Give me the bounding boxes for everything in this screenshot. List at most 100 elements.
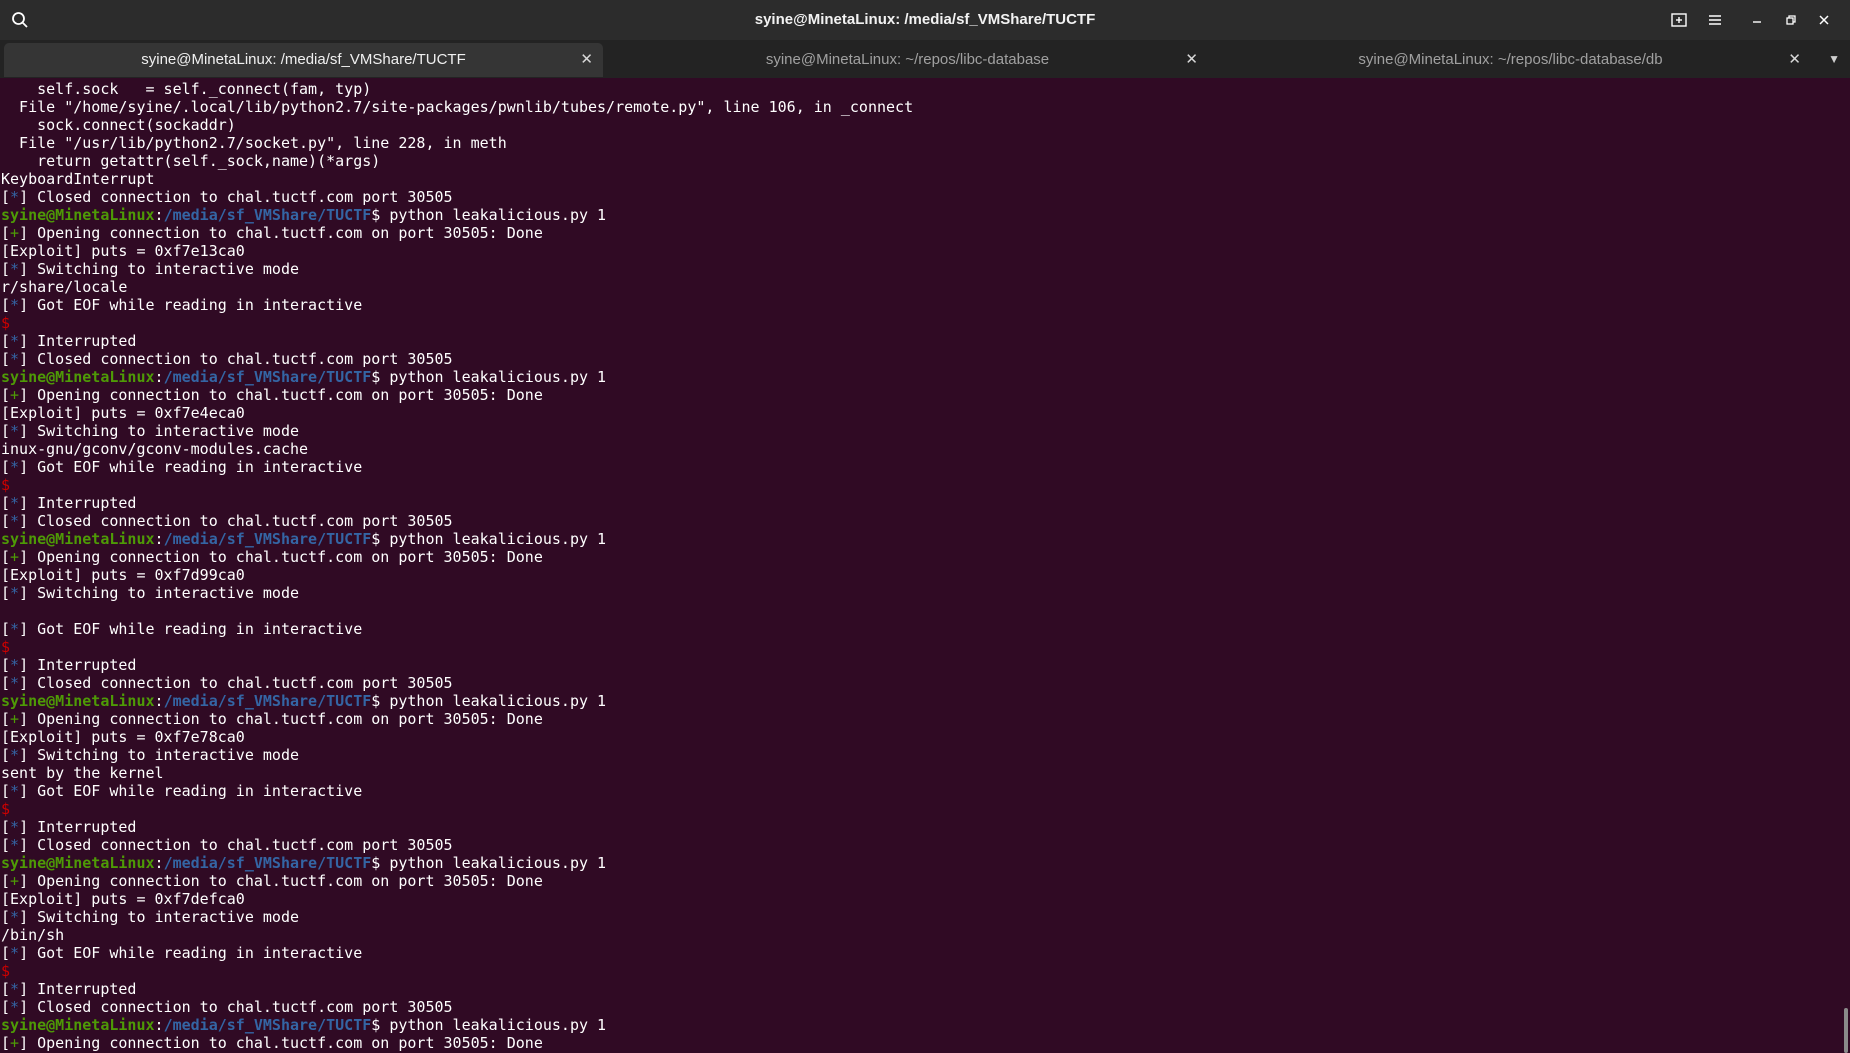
terminal-line: [*] Interrupted [0,494,1840,512]
prompt-command: python leakalicious.py 1 [389,1016,607,1034]
status-text: Switching to interactive mode [37,746,300,764]
status-bracket: [ [1,296,11,314]
terminal-line: File "/home/syine/.local/lib/python2.7/s… [0,98,1840,116]
status-bracket: ] [19,944,38,962]
tab-close-icon[interactable]: ✕ [580,43,593,77]
terminal-line: $ [0,476,1840,494]
status-marker: * [10,620,20,638]
terminal-line: KeyboardInterrupt [0,170,1840,188]
status-bracket: [ [1,512,11,530]
prompt-symbol: $ [371,692,390,710]
new-tab-icon[interactable] [1667,8,1691,32]
status-bracket: [ [1,620,11,638]
status-text: Closed connection to chal.tuctf.com port… [37,512,453,530]
terminal-line: [*] Got EOF while reading in interactive [0,620,1840,638]
prompt-separator: : [154,854,164,872]
terminal-line: [*] Closed connection to chal.tuctf.com … [0,998,1840,1016]
status-bracket: ] [19,386,38,404]
tab-label: syine@MinetaLinux: /media/sf_VMShare/TUC… [141,51,466,68]
prompt-symbol: $ [371,206,390,224]
status-text: Interrupted [37,494,137,512]
status-marker: * [10,332,20,350]
status-text: Opening connection to chal.tuctf.com on … [37,1034,543,1052]
minimize-icon[interactable] [1745,8,1769,32]
terminal-line: File "/usr/lib/python2.7/socket.py", lin… [0,134,1840,152]
prompt-path: /media/sf_VMShare/TUCTF [163,530,372,548]
status-bracket: [ [1,908,11,926]
terminal-line: [*] Got EOF while reading in interactive [0,782,1840,800]
status-bracket: ] [19,188,38,206]
status-marker: * [10,422,20,440]
terminal-line: [Exploit] puts = 0xf7e78ca0 [0,728,1840,746]
status-text: Closed connection to chal.tuctf.com port… [37,350,453,368]
tab-libc-database-db[interactable]: syine@MinetaLinux: ~/repos/libc-database… [1210,43,1811,77]
prompt-separator: : [154,530,164,548]
status-marker: * [10,296,20,314]
output-text: self.sock = self._connect(fam, typ) [1,80,372,98]
output-text: sent by the kernel [1,764,164,782]
status-text: Got EOF while reading in interactive [37,782,363,800]
prompt-user: syine@MinetaLinux [1,1016,155,1034]
terminal-line: [*] Interrupted [0,656,1840,674]
prompt-command: python leakalicious.py 1 [389,692,607,710]
status-bracket: [ [1,710,11,728]
status-bracket: ] [19,350,38,368]
terminal-line: [Exploit] puts = 0xf7d99ca0 [0,566,1840,584]
status-text: Closed connection to chal.tuctf.com port… [37,674,453,692]
terminal-line: r/share/locale [0,278,1840,296]
status-text: Closed connection to chal.tuctf.com port… [37,998,453,1016]
terminal-line: [Exploit] puts = 0xf7e4eca0 [0,404,1840,422]
maximize-icon[interactable] [1779,8,1803,32]
status-text: Opening connection to chal.tuctf.com on … [37,386,543,404]
terminal-output[interactable]: self.sock = self._connect(fam, typ) File… [0,80,1840,1053]
terminal-line: [*] Closed connection to chal.tuctf.com … [0,836,1840,854]
shell-prompt: $ [1,962,11,980]
terminal-line: [+] Opening connection to chal.tuctf.com… [0,1034,1840,1052]
status-marker: * [10,674,20,692]
terminal-scrollbar[interactable] [1844,1008,1848,1053]
status-bracket: ] [19,296,38,314]
status-bracket: ] [19,224,38,242]
hamburger-menu-icon[interactable] [1703,8,1727,32]
status-text: Got EOF while reading in interactive [37,296,363,314]
chevron-down-icon[interactable]: ▼ [1828,40,1840,78]
terminal-line: return getattr(self._sock,name)(*args) [0,152,1840,170]
status-bracket: [ [1,422,11,440]
status-marker: * [10,458,20,476]
terminal-line: self.sock = self._connect(fam, typ) [0,80,1840,98]
output-text: sock.connect(sockaddr) [1,116,236,134]
terminal-line: $ [0,800,1840,818]
prompt-path: /media/sf_VMShare/TUCTF [163,368,372,386]
terminal-line: [*] Got EOF while reading in interactive [0,944,1840,962]
close-icon[interactable] [1812,8,1836,32]
terminal-line: [+] Opening connection to chal.tuctf.com… [0,224,1840,242]
status-bracket: ] [19,332,38,350]
status-text: Switching to interactive mode [37,422,300,440]
status-text: Got EOF while reading in interactive [37,944,363,962]
status-text: Interrupted [37,332,137,350]
status-text: Closed connection to chal.tuctf.com port… [37,188,453,206]
output-text: r/share/locale [1,278,128,296]
tab-libc-database[interactable]: syine@MinetaLinux: ~/repos/libc-database… [607,43,1208,77]
status-marker: + [10,548,20,566]
status-text: Got EOF while reading in interactive [37,620,363,638]
tab-close-icon[interactable]: ✕ [1185,43,1198,77]
status-bracket: ] [19,584,38,602]
status-bracket: [ [1,494,11,512]
tab-close-icon[interactable]: ✕ [1788,43,1801,77]
terminal-line: [*] Closed connection to chal.tuctf.com … [0,350,1840,368]
status-marker: * [10,998,20,1016]
prompt-symbol: $ [371,854,390,872]
status-bracket: [ [1,260,11,278]
status-bracket: ] [19,512,38,530]
terminal-line: [+] Opening connection to chal.tuctf.com… [0,548,1840,566]
output-text: [Exploit] puts = 0xf7e78ca0 [1,728,245,746]
tab-tuctf[interactable]: syine@MinetaLinux: /media/sf_VMShare/TUC… [4,43,603,77]
status-text: Interrupted [37,818,137,836]
status-bracket: [ [1,674,11,692]
shell-prompt: $ [1,800,11,818]
status-text: Switching to interactive mode [37,260,300,278]
status-marker: * [10,782,20,800]
status-bracket: ] [19,458,38,476]
prompt-user: syine@MinetaLinux [1,368,155,386]
